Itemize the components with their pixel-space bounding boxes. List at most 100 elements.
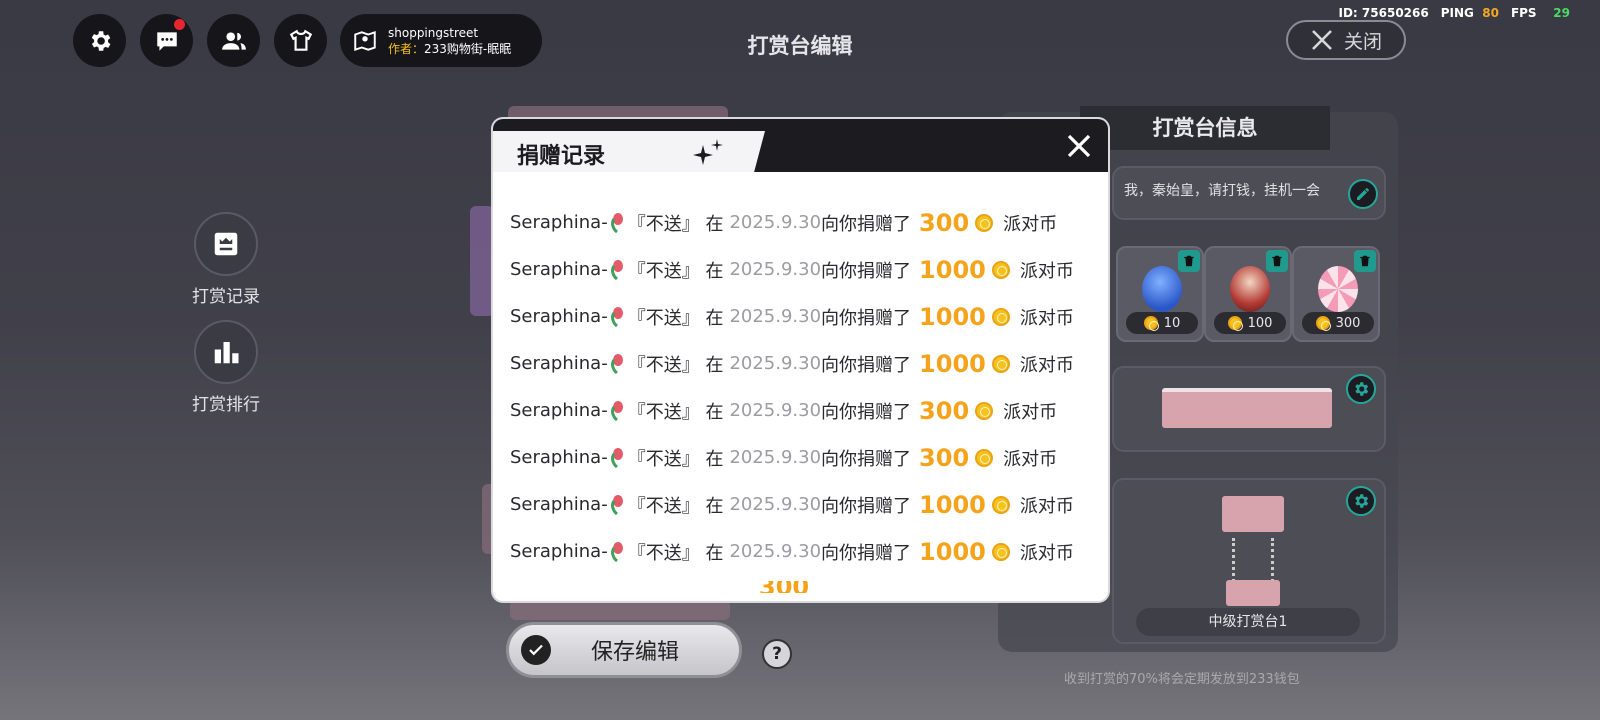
donation-records-button[interactable]: 打赏记录	[186, 212, 266, 307]
coin-icon	[1227, 316, 1243, 331]
at-word: 在	[705, 495, 724, 517]
donor-name: Seraphina-	[510, 212, 608, 233]
ranking-label: 打赏排行	[192, 395, 260, 415]
records-icon	[214, 232, 238, 256]
donor-name: Seraphina-	[510, 541, 608, 562]
ice-cream-icon	[1230, 266, 1270, 312]
close-icon	[1312, 30, 1332, 50]
donation-date: 2025.9.30	[729, 353, 822, 374]
donation-date: 2025.9.30	[729, 400, 822, 421]
stage-preview-base	[510, 600, 730, 620]
gear-icon	[1355, 494, 1369, 508]
donation-amount: 1000	[919, 349, 986, 378]
coin-icon	[975, 448, 994, 467]
at-word: 在	[705, 448, 724, 470]
donor-tag: 『不送』	[627, 307, 700, 329]
header-stripes	[720, 131, 745, 171]
pencil-icon	[1357, 188, 1369, 200]
donor-tag: 『不送』	[627, 354, 700, 376]
rose-icon	[610, 400, 623, 421]
currency: 派对币	[1019, 542, 1074, 564]
donor-tag: 『不送』	[627, 401, 700, 423]
partial-record: 300	[751, 581, 821, 593]
coin-icon	[991, 260, 1010, 279]
donation-action: 向你捐赠了	[821, 495, 912, 517]
delete-gift-button[interactable]	[1266, 250, 1288, 272]
coin-icon	[991, 354, 1010, 373]
donation-record-list[interactable]: Seraphina- 『不送』 在 2025.9.30 向你捐赠了 300 派对币 Se…	[510, 199, 1100, 575]
save-edit-button[interactable]: 保存编辑	[506, 622, 742, 678]
donation-action: 向你捐赠了	[821, 448, 912, 470]
close-modal-button[interactable]	[1064, 131, 1094, 161]
stand-settings-button[interactable]	[1346, 486, 1376, 516]
donation-date: 2025.9.30	[729, 447, 822, 468]
board-preview	[1162, 388, 1332, 428]
save-edit-label: 保存编辑	[591, 640, 680, 665]
gift-slot-blue-rose[interactable]: 10	[1116, 246, 1204, 342]
donation-date: 2025.9.30	[729, 541, 822, 562]
status-stats: ID: 75650266 PING 80 FPS 29	[1339, 6, 1571, 20]
delete-gift-button[interactable]	[1178, 250, 1200, 272]
panel-title: 打赏台信息	[1080, 106, 1330, 150]
donor-name: Seraphina-	[510, 259, 608, 280]
donation-amount: 300	[919, 443, 970, 472]
board-settings-button[interactable]	[1346, 374, 1376, 404]
coin-icon	[991, 495, 1010, 514]
rose-icon	[610, 259, 623, 280]
ping-value: 80	[1482, 6, 1499, 20]
donation-record: Seraphina- 『不送』 在 2025.9.30 向你捐赠了 1000 派对币	[510, 528, 1100, 575]
donor-tag: 『不送』	[627, 542, 700, 564]
donation-action: 向你捐赠了	[821, 213, 912, 235]
trash-icon	[1360, 255, 1370, 267]
help-button[interactable]: ?	[762, 639, 792, 669]
coin-icon	[1315, 316, 1331, 331]
close-editor-label: 关闭	[1343, 30, 1382, 53]
board-style-slot[interactable]	[1112, 366, 1386, 452]
donation-ranking-button[interactable]: 打赏排行	[186, 320, 266, 415]
donation-record: Seraphina- 『不送』 在 2025.9.30 向你捐赠了 300 派对币	[510, 434, 1100, 481]
currency: 派对币	[1003, 213, 1058, 235]
gift-price-badge: 100	[1214, 312, 1286, 334]
donor-name: Seraphina-	[510, 447, 608, 468]
rose-icon	[610, 541, 623, 562]
donation-action: 向你捐赠了	[821, 542, 912, 564]
donor-tag: 『不送』	[627, 213, 700, 235]
edit-message-button[interactable]	[1348, 179, 1378, 209]
stand-model-base	[1226, 580, 1280, 606]
records-label: 打赏记录	[192, 287, 260, 307]
lollipop-icon	[1318, 266, 1358, 312]
delete-gift-button[interactable]	[1354, 250, 1376, 272]
gift-slot-lollipop[interactable]: 300	[1292, 246, 1380, 342]
rose-icon	[610, 212, 623, 233]
donor-name: Seraphina-	[510, 400, 608, 421]
message-box[interactable]: 我，秦始皇，请打钱，挂机一会	[1112, 166, 1386, 220]
ping-label: PING	[1440, 6, 1474, 20]
donor-tag: 『不送』	[627, 260, 700, 282]
donation-record: Seraphina- 『不送』 在 2025.9.30 向你捐赠了 1000 派对币	[510, 340, 1100, 387]
stand-message: 我，秦始皇，请打钱，挂机一会	[1124, 183, 1320, 199]
currency: 派对币	[1019, 354, 1074, 376]
at-word: 在	[705, 307, 724, 329]
donation-date: 2025.9.30	[729, 306, 822, 327]
at-word: 在	[705, 542, 724, 564]
currency: 派对币	[1019, 495, 1074, 517]
donation-amount: 300	[919, 396, 970, 425]
gift-price-badge: 300	[1302, 312, 1374, 334]
coin-icon	[1143, 316, 1159, 331]
gift-slot-ice-cream[interactable]: 100	[1204, 246, 1292, 342]
donation-amount: 1000	[919, 537, 986, 566]
donation-date: 2025.9.30	[729, 212, 822, 233]
donor-name: Seraphina-	[510, 494, 608, 515]
close-editor-button[interactable]: 关闭	[1286, 20, 1406, 60]
ranking-icon	[214, 342, 239, 364]
coin-icon	[975, 401, 994, 420]
donation-record: Seraphina- 『不送』 在 2025.9.30 向你捐赠了 1000 派对币	[510, 246, 1100, 293]
sparkle-icon	[693, 139, 723, 165]
donation-action: 向你捐赠了	[821, 307, 912, 329]
gift-price-badge: 10	[1126, 312, 1198, 334]
gift-price: 100	[1247, 315, 1273, 331]
payout-note: 收到打赏的70%将会定期发放到233钱包	[1064, 672, 1300, 687]
donation-date: 2025.9.30	[729, 259, 822, 280]
rose-icon	[610, 353, 623, 374]
donation-date: 2025.9.30	[729, 494, 822, 515]
